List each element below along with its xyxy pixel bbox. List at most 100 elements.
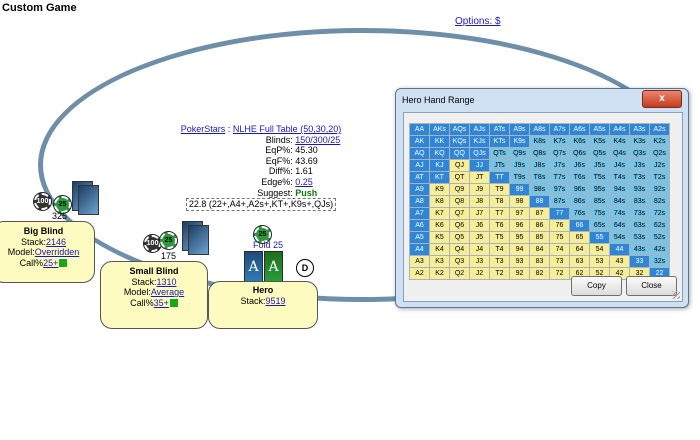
- hand-cell[interactable]: T6: [489, 219, 510, 232]
- hand-cell[interactable]: A3s: [629, 123, 650, 136]
- hand-cell[interactable]: 85s: [589, 195, 610, 208]
- hand-cell[interactable]: T7s: [549, 171, 570, 184]
- hand-cell[interactable]: T4s: [609, 171, 630, 184]
- hand-cell[interactable]: T9s: [509, 171, 530, 184]
- hand-cell[interactable]: J4s: [609, 159, 630, 172]
- hand-cell[interactable]: 72: [549, 267, 570, 280]
- hand-cell[interactable]: Q6: [449, 219, 470, 232]
- hand-cell[interactable]: 87s: [549, 195, 570, 208]
- hand-cell[interactable]: Q8: [449, 195, 470, 208]
- hand-cell[interactable]: 98: [509, 195, 530, 208]
- table-structure-link[interactable]: NLHE Full Table (50,30,20): [233, 124, 341, 134]
- model-link[interactable]: Average: [151, 287, 184, 297]
- hand-cell[interactable]: AJ: [409, 159, 430, 172]
- hand-cell[interactable]: T3s: [629, 171, 650, 184]
- hand-cell[interactable]: T5s: [589, 171, 610, 184]
- hand-cell[interactable]: Q5: [449, 231, 470, 244]
- hand-cell[interactable]: J4: [469, 243, 490, 256]
- hand-cell[interactable]: K8s: [529, 135, 550, 148]
- hand-cell[interactable]: T4: [489, 243, 510, 256]
- hand-cell[interactable]: J8: [469, 195, 490, 208]
- hand-cell[interactable]: Q2s: [649, 147, 670, 160]
- hand-cell[interactable]: 65s: [589, 219, 610, 232]
- hand-cell[interactable]: 95s: [589, 183, 610, 196]
- hand-cell[interactable]: A3: [409, 255, 430, 268]
- hand-cell[interactable]: JT: [469, 171, 490, 184]
- hand-cell[interactable]: 98s: [529, 183, 550, 196]
- hand-cell[interactable]: Q3: [449, 255, 470, 268]
- hand-cell[interactable]: K6: [429, 219, 450, 232]
- hand-cell[interactable]: 33: [629, 255, 650, 268]
- hand-cell[interactable]: 76: [549, 219, 570, 232]
- hand-cell[interactable]: AQ: [409, 147, 430, 160]
- hand-cell[interactable]: AK: [409, 135, 430, 148]
- hand-cell[interactable]: K5: [429, 231, 450, 244]
- close-button[interactable]: Close: [626, 276, 677, 296]
- hand-cell[interactable]: A4: [409, 243, 430, 256]
- options-link[interactable]: Options: $: [455, 16, 501, 27]
- hand-cell[interactable]: 92s: [649, 183, 670, 196]
- copy-button[interactable]: Copy: [571, 276, 622, 296]
- stack-link[interactable]: 9519: [265, 296, 285, 306]
- resize-grip-icon[interactable]: [672, 291, 680, 299]
- hand-cell[interactable]: QQ: [449, 147, 470, 160]
- hand-cell[interactable]: 96s: [569, 183, 590, 196]
- call-link[interactable]: 25+: [43, 258, 58, 268]
- hand-cell[interactable]: Q5s: [589, 147, 610, 160]
- hand-cell[interactable]: 63: [569, 255, 590, 268]
- hand-cell[interactable]: AT: [409, 171, 430, 184]
- call-color-swatch[interactable]: [59, 259, 68, 268]
- hand-cell[interactable]: 94: [509, 243, 530, 256]
- hand-cell[interactable]: 74s: [609, 207, 630, 220]
- hero-hand-range-dialog[interactable]: Hero Hand Range x AA AKs AQs AJs ATs A9s A8s A7…: [395, 88, 689, 308]
- hand-cell[interactable]: T6s: [569, 171, 590, 184]
- hero-seat[interactable]: Hero Stack:9519: [208, 281, 318, 329]
- call-color-swatch[interactable]: [169, 299, 178, 308]
- hand-cell[interactable]: 84s: [609, 195, 630, 208]
- hand-cell[interactable]: 88: [529, 195, 550, 208]
- hand-cell[interactable]: 76s: [569, 207, 590, 220]
- hand-cell[interactable]: 82: [529, 267, 550, 280]
- hand-cell[interactable]: 97s: [549, 183, 570, 196]
- hand-cell[interactable]: 74: [549, 243, 570, 256]
- hand-cell[interactable]: 93: [509, 255, 530, 268]
- hand-cell[interactable]: A2: [409, 267, 430, 280]
- hand-cell[interactable]: 94s: [609, 183, 630, 196]
- hand-cell[interactable]: 32s: [649, 255, 670, 268]
- hand-cell[interactable]: J5s: [589, 159, 610, 172]
- hand-cell[interactable]: KK: [429, 135, 450, 148]
- hand-cell[interactable]: 53s: [629, 231, 650, 244]
- hand-cell[interactable]: 54s: [609, 231, 630, 244]
- hand-cell[interactable]: 53: [589, 255, 610, 268]
- hand-cell[interactable]: A7: [409, 207, 430, 220]
- hand-cell[interactable]: J7: [469, 207, 490, 220]
- hand-cell[interactable]: 77: [549, 207, 570, 220]
- hand-cell[interactable]: 63s: [629, 219, 650, 232]
- hand-cell[interactable]: A6: [409, 219, 430, 232]
- hand-cell[interactable]: 43: [609, 255, 630, 268]
- hand-cell[interactable]: 95: [509, 231, 530, 244]
- hand-cell[interactable]: QTs: [489, 147, 510, 160]
- hand-cell[interactable]: K7: [429, 207, 450, 220]
- hand-cell[interactable]: J6: [469, 219, 490, 232]
- hand-cell[interactable]: AQs: [449, 123, 470, 136]
- hand-cell[interactable]: J3: [469, 255, 490, 268]
- hand-cell[interactable]: JTs: [489, 159, 510, 172]
- hand-cell[interactable]: 84: [529, 243, 550, 256]
- hand-cell[interactable]: 92: [509, 267, 530, 280]
- hand-cell[interactable]: A9: [409, 183, 430, 196]
- hand-cell[interactable]: J6s: [569, 159, 590, 172]
- hand-cell[interactable]: T8: [489, 195, 510, 208]
- hand-cell[interactable]: A9s: [509, 123, 530, 136]
- hand-cell[interactable]: 64s: [609, 219, 630, 232]
- hand-cell[interactable]: KTs: [489, 135, 510, 148]
- hand-cell[interactable]: KQ: [429, 147, 450, 160]
- hand-cell[interactable]: K3: [429, 255, 450, 268]
- hand-cell[interactable]: 93s: [629, 183, 650, 196]
- hand-cell[interactable]: 83s: [629, 195, 650, 208]
- hand-cell[interactable]: Q4s: [609, 147, 630, 160]
- hand-cell[interactable]: K9s: [509, 135, 530, 148]
- hand-cell[interactable]: 73: [549, 255, 570, 268]
- hand-cell[interactable]: A8s: [529, 123, 550, 136]
- hand-cell[interactable]: K8: [429, 195, 450, 208]
